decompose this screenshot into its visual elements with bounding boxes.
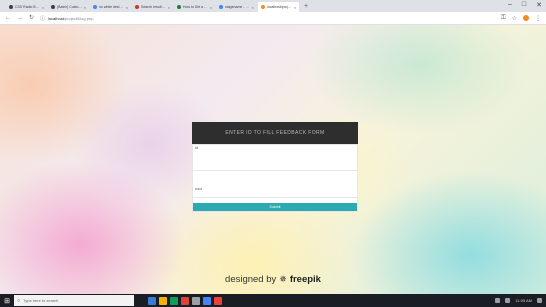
- os-taskbar: ⊞ ○ Type here to search 11:05 AM: [0, 294, 546, 307]
- credit-brand: freepik: [289, 274, 321, 285]
- tray-volume-icon[interactable]: [505, 298, 511, 303]
- new-tab-button[interactable]: +: [304, 2, 308, 12]
- tab-close-icon[interactable]: ×: [252, 5, 254, 10]
- password-input[interactable]: [193, 179, 357, 198]
- tab-label: localhost/project5/au…: [267, 5, 293, 9]
- back-button[interactable]: ←: [5, 15, 11, 21]
- window-controls: – □ ✕: [508, 1, 542, 9]
- credit-prefix: designed by: [225, 274, 277, 285]
- address-bar[interactable]: ⓘ localhost /project5/log.php: [40, 14, 501, 23]
- browser-tab[interactable]: How to Set a Backgro… ×: [174, 2, 215, 12]
- browser-menu-icon[interactable]: ⋮: [535, 15, 541, 22]
- browser-tab-active[interactable]: localhost/project5/au… ×: [258, 2, 299, 12]
- browser-tab[interactable]: CSS Radio Buttons ×: [6, 2, 47, 12]
- browser-tab[interactable]: Search results - 1612… ×: [132, 2, 173, 12]
- login-body: Id Submit: [192, 144, 358, 212]
- tab-close-icon[interactable]: ×: [42, 5, 44, 10]
- taskbar-clock[interactable]: 11:05 AM: [515, 298, 532, 303]
- key-icon[interactable]: ⚿: [501, 15, 506, 22]
- toolbar-actions: ⚿ ☆ ⋮: [501, 15, 541, 22]
- tab-favicon-icon: [9, 5, 13, 9]
- browser-tab[interactable]: no white design back… ×: [90, 2, 131, 12]
- submit-button[interactable]: Submit: [193, 202, 357, 211]
- taskbar-app-icon[interactable]: [181, 296, 189, 305]
- taskbar-app-icon[interactable]: [148, 296, 156, 305]
- close-window-button[interactable]: ✕: [536, 1, 542, 9]
- taskbar-search-placeholder: Type here to search: [23, 298, 59, 303]
- login-title: ENTER ID TO FILL FEEDBACK FORM: [192, 122, 358, 144]
- maximize-button[interactable]: □: [522, 1, 526, 9]
- system-tray: 11:05 AM: [495, 298, 546, 303]
- tab-favicon-icon: [261, 5, 265, 9]
- taskbar-app-icon[interactable]: [192, 296, 200, 305]
- tab-close-icon[interactable]: ×: [126, 5, 128, 10]
- tab-label: (Batch) Custom Drop-…: [57, 5, 83, 9]
- taskbar-apps: [148, 296, 222, 305]
- site-info-icon[interactable]: ⓘ: [40, 15, 45, 22]
- tab-favicon-icon: [219, 5, 223, 9]
- tab-close-icon[interactable]: ×: [210, 5, 212, 10]
- windows-start-icon[interactable]: ⊞: [2, 296, 12, 306]
- tab-label: Search results - 1612…: [141, 5, 167, 9]
- taskbar-app-icon[interactable]: [159, 296, 167, 305]
- reload-button[interactable]: ↻: [29, 15, 34, 21]
- tab-favicon-icon: [135, 5, 139, 9]
- bookmark-star-icon[interactable]: ☆: [512, 15, 517, 22]
- browser-tab-strip: CSS Radio Buttons × (Batch) Custom Drop-…: [0, 0, 546, 12]
- taskbar-search[interactable]: ○ Type here to search: [14, 295, 134, 306]
- tab-close-icon[interactable]: ×: [84, 5, 86, 10]
- tab-favicon-icon: [177, 5, 181, 9]
- tab-label: How to Set a Backgro…: [183, 5, 209, 9]
- tab-favicon-icon: [51, 5, 55, 9]
- tab-label: stagename - Google S…: [225, 5, 251, 9]
- taskbar-app-icon[interactable]: [203, 296, 211, 305]
- page-viewport: ENTER ID TO FILL FEEDBACK FORM Id Submit…: [0, 25, 546, 294]
- id-label: Id: [195, 146, 199, 150]
- password-label: [193, 171, 357, 177]
- notifications-icon[interactable]: [537, 298, 542, 303]
- url-host: localhost: [48, 15, 64, 21]
- taskbar-app-icon[interactable]: [214, 296, 222, 305]
- browser-toolbar: ← → ↻ ⓘ localhost /project5/log.php ⚿ ☆ …: [0, 12, 546, 25]
- freepik-logo-icon: ✵: [279, 274, 287, 284]
- forward-button[interactable]: →: [17, 15, 23, 21]
- tab-close-icon[interactable]: ×: [294, 5, 296, 10]
- id-input[interactable]: [193, 155, 357, 171]
- profile-avatar[interactable]: [523, 15, 529, 21]
- browser-tab[interactable]: stagename - Google S… ×: [216, 2, 257, 12]
- tab-label: no white design back…: [99, 5, 125, 9]
- tray-network-icon[interactable]: [495, 298, 501, 303]
- browser-tab[interactable]: (Batch) Custom Drop-… ×: [48, 2, 89, 12]
- tab-favicon-icon: [93, 5, 97, 9]
- login-form: ENTER ID TO FILL FEEDBACK FORM Id Submit: [192, 122, 358, 212]
- search-icon: ○: [17, 297, 21, 304]
- freepik-credit: designed by ✵ freepik: [0, 274, 546, 285]
- url-path: /project5/log.php: [63, 15, 94, 21]
- minimize-button[interactable]: –: [508, 1, 512, 9]
- tab-close-icon[interactable]: ×: [168, 5, 170, 10]
- tab-label: CSS Radio Buttons: [15, 5, 41, 9]
- taskbar-app-icon[interactable]: [170, 296, 178, 305]
